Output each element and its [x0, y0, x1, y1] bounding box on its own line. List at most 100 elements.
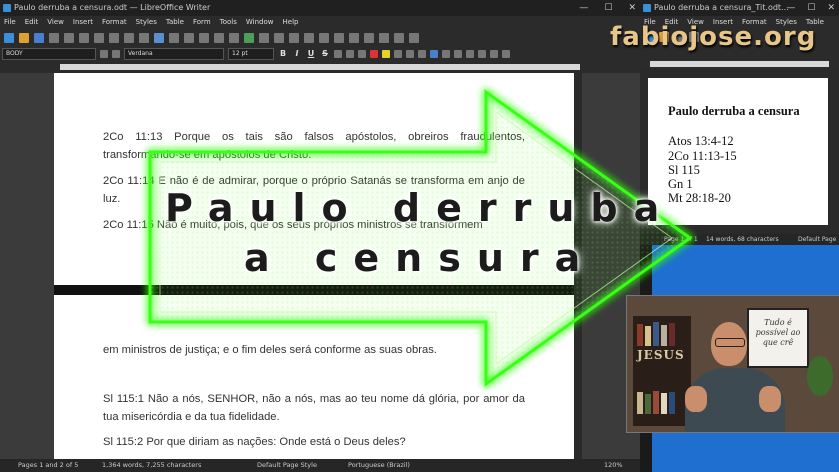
menu-window[interactable]: Window	[246, 16, 274, 29]
update-style-icon[interactable]	[100, 49, 108, 58]
menu-tools[interactable]: Tools	[220, 16, 237, 29]
insert-footnote-icon[interactable]	[349, 32, 359, 43]
formatting-toolbar: BODY Verdana 12 pt B I U S	[0, 46, 640, 61]
insert-field-icon[interactable]	[304, 32, 314, 43]
menu-styles[interactable]: Styles	[136, 16, 157, 29]
insert-page-break-icon[interactable]	[289, 32, 299, 43]
font-color-icon[interactable]	[370, 49, 378, 58]
spellcheck-icon[interactable]	[199, 32, 209, 43]
standard-toolbar	[0, 29, 640, 46]
verse-sl-115-1[interactable]: Sl 115:1 Não a nós, SENHOR, não a nós, m…	[103, 390, 525, 426]
increase-indent-icon[interactable]	[478, 49, 486, 58]
insert-special-char-icon[interactable]	[319, 32, 329, 43]
status-page-count[interactable]: Pages 1 and 2 of 5	[18, 459, 78, 472]
outline-icon[interactable]	[466, 49, 474, 58]
side-status-words[interactable]: 14 words, 68 characters	[706, 234, 779, 245]
overlay-title-line1: Paulo derruba	[165, 186, 676, 230]
side-minimize-button[interactable]: —	[786, 0, 795, 16]
font-name-select[interactable]: Verdana	[124, 47, 224, 60]
side-status-bar: Page 1 of 1 14 words, 68 characters Defa…	[640, 234, 839, 245]
close-button[interactable]: ✕	[628, 0, 636, 16]
menu-table[interactable]: Table	[166, 16, 184, 29]
side-ref-2co[interactable]: 2Co 11:13-15	[668, 149, 737, 164]
menu-file[interactable]: File	[4, 16, 16, 29]
side-ref-mt[interactable]: Mt 28:18-20	[668, 191, 731, 206]
print-preview-icon[interactable]	[79, 32, 89, 43]
find-replace-icon[interactable]	[184, 32, 194, 43]
maximize-button[interactable]: ☐	[604, 0, 612, 16]
clear-formatting-icon[interactable]	[358, 49, 366, 58]
cut-icon[interactable]	[94, 32, 104, 43]
bullets-icon[interactable]	[442, 49, 450, 58]
align-center-icon[interactable]	[406, 49, 414, 58]
side-status-page-style[interactable]: Default Page	[798, 234, 836, 245]
decrease-indent-icon[interactable]	[490, 49, 498, 58]
side-ruler[interactable]	[640, 59, 839, 69]
justify-icon[interactable]	[430, 49, 438, 58]
side-maximize-button[interactable]: ☐	[807, 0, 815, 16]
window-title: Paulo derruba a censura.odt — LibreOffic…	[14, 3, 211, 12]
new-style-icon[interactable]	[112, 49, 120, 58]
menu-view[interactable]: View	[47, 16, 64, 29]
side-status-page[interactable]: Page 1 of 1	[664, 234, 698, 245]
insert-comment-icon[interactable]	[364, 32, 374, 43]
status-zoom[interactable]: 120%	[604, 459, 623, 472]
numbering-icon[interactable]	[454, 49, 462, 58]
insert-table-icon[interactable]	[229, 32, 239, 43]
superscript-icon[interactable]	[334, 49, 342, 58]
status-bar: Pages 1 and 2 of 5 1,364 words, 7,255 ch…	[0, 459, 640, 472]
print-icon[interactable]	[64, 32, 74, 43]
formatting-marks-icon[interactable]	[214, 32, 224, 43]
clone-formatting-icon[interactable]	[139, 32, 149, 43]
verse-2co-11-13[interactable]: 2Co 11:13 Porque os tais são falsos após…	[103, 128, 525, 164]
align-left-icon[interactable]	[394, 49, 402, 58]
menu-insert[interactable]: Insert	[73, 16, 93, 29]
side-doc-title[interactable]: Paulo derruba a censura	[668, 104, 800, 119]
wall-sign-text: Tudo é possível ao que crê	[755, 318, 801, 347]
verse-2co-11-15-cont[interactable]: em ministros de justiça; e o fim deles s…	[103, 341, 525, 359]
presenter-right-hand	[759, 386, 781, 412]
paste-icon[interactable]	[124, 32, 134, 43]
highlight-color-icon[interactable]	[382, 49, 390, 58]
side-ref-atos[interactable]: Atos 13:4-12	[668, 134, 734, 149]
verse-sl-115-2[interactable]: Sl 115:2 Por que diriam as nações: Onde …	[103, 433, 525, 451]
side-ref-sl[interactable]: Sl 115	[668, 163, 700, 178]
bold-button[interactable]: B	[278, 49, 288, 58]
insert-line-icon[interactable]	[394, 32, 404, 43]
italic-button[interactable]: I	[292, 49, 302, 58]
insert-hyperlink-icon[interactable]	[334, 32, 344, 43]
status-word-count[interactable]: 1,364 words, 7,255 characters	[102, 459, 201, 472]
copy-icon[interactable]	[109, 32, 119, 43]
underline-button[interactable]: U	[306, 49, 316, 58]
open-folder-icon[interactable]	[19, 32, 29, 43]
overlay-title-line2: a censura	[244, 236, 597, 280]
track-changes-icon[interactable]	[379, 32, 389, 43]
minimize-button[interactable]: —	[579, 0, 588, 16]
paragraph-style-select[interactable]: BODY	[2, 47, 96, 60]
subscript-icon[interactable]	[346, 49, 354, 58]
new-document-icon[interactable]	[4, 32, 14, 43]
webcam-video: JESUS Tudo é possível ao que crê	[626, 295, 839, 433]
align-right-icon[interactable]	[418, 49, 426, 58]
horizontal-ruler[interactable]	[0, 61, 640, 73]
insert-chart-icon[interactable]	[259, 32, 269, 43]
menu-format[interactable]: Format	[102, 16, 127, 29]
strikethrough-button[interactable]: S	[320, 49, 330, 58]
insert-textbox-icon[interactable]	[274, 32, 284, 43]
jesus-book-spine: JESUS	[637, 348, 685, 362]
line-spacing-icon[interactable]	[502, 49, 510, 58]
export-pdf-icon[interactable]	[49, 32, 59, 43]
menu-form[interactable]: Form	[193, 16, 211, 29]
insert-image-icon[interactable]	[244, 32, 254, 43]
menu-help[interactable]: Help	[283, 16, 299, 29]
menu-edit[interactable]: Edit	[25, 16, 39, 29]
status-language[interactable]: Portuguese (Brazil)	[348, 459, 410, 472]
title-bar: Paulo derruba a censura.odt — LibreOffic…	[0, 0, 640, 16]
side-close-button[interactable]: ✕	[827, 0, 835, 16]
redo-icon[interactable]	[169, 32, 179, 43]
undo-icon[interactable]	[154, 32, 164, 43]
basic-shapes-icon[interactable]	[409, 32, 419, 43]
status-page-style[interactable]: Default Page Style	[257, 459, 317, 472]
save-icon[interactable]	[34, 32, 44, 43]
font-size-select[interactable]: 12 pt	[228, 47, 274, 60]
